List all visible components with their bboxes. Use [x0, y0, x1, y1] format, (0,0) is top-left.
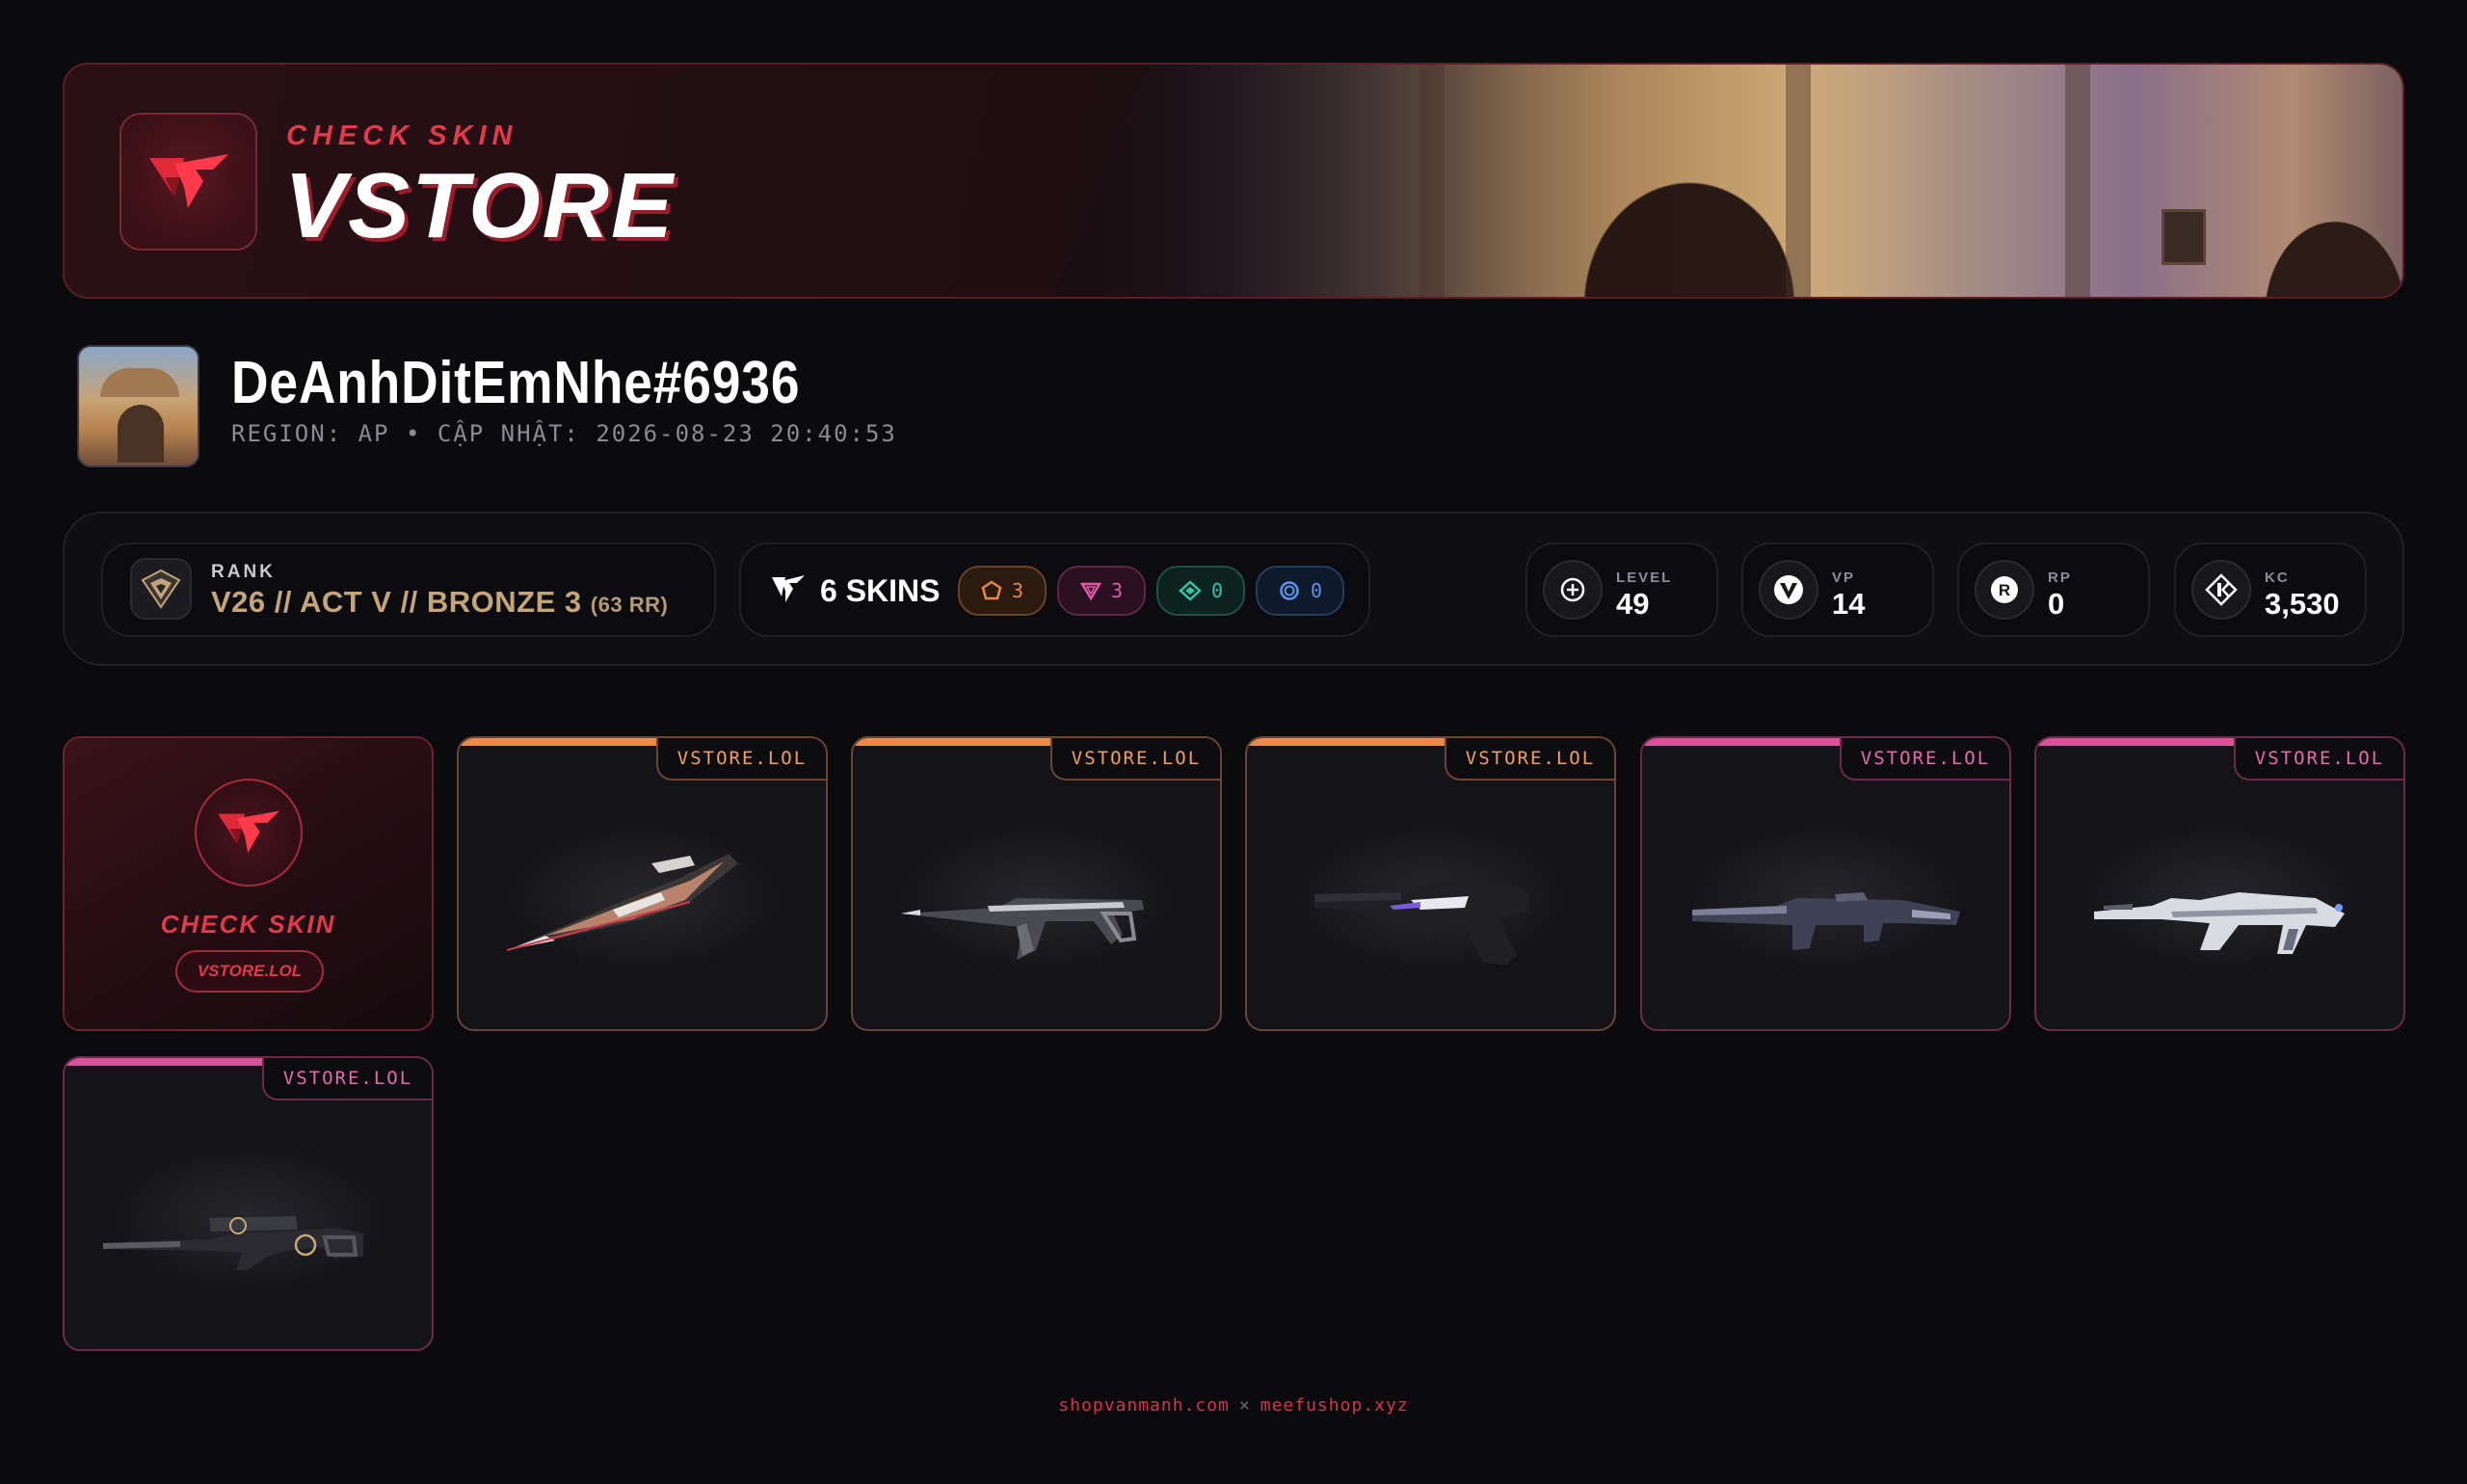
tier-color-bar: [459, 738, 656, 746]
stat-level-label: LEVEL: [1616, 570, 1673, 586]
tier-select-count: 0: [1310, 579, 1323, 602]
skin-card[interactable]: VSTORE.LOL: [1640, 736, 2011, 1031]
tier-exclusive-badge: 3: [958, 566, 1047, 616]
vstore-mini-icon: [770, 573, 807, 611]
tier-select-badge: 0: [1256, 566, 1344, 616]
player-meta: REGION: AP • CẬP NHẬT: 2026-08-23 20:40:…: [231, 420, 897, 447]
svg-text:R: R: [1999, 581, 2010, 599]
skins-pill: 6 SKINS 3 3 0 0: [739, 543, 1370, 637]
tier-color-bar: [853, 738, 1050, 746]
vp-icon: [1759, 560, 1818, 620]
skin-card[interactable]: VSTORE.LOL: [851, 736, 1222, 1031]
guardian-icon: [1692, 892, 1960, 950]
skins-count: 6 SKINS: [820, 573, 941, 608]
brand-card-title: CHECK SKIN: [160, 910, 336, 939]
rank-label: RANK: [211, 562, 276, 582]
tier-ultra-badge: 3: [1057, 566, 1146, 616]
stat-vp: VP 14: [1741, 543, 1934, 637]
tier-color-bar: [65, 1058, 262, 1066]
skin-card-tag: VSTORE.LOL: [1050, 738, 1220, 781]
brand-card-badge: VSTORE.LOL: [175, 950, 324, 993]
rank-rr: (63 RR): [590, 593, 669, 617]
footer-separator: ×: [1238, 1395, 1251, 1416]
stat-kc: KC 3,530: [2174, 543, 2367, 637]
footer-links: shopvanmanh.com × meefushop.xyz: [0, 1395, 2467, 1416]
tier-exclusive-count: 3: [1011, 579, 1024, 602]
stats-bar: RANK V26 // ACT V // BRONZE 3 (63 RR) 6 …: [63, 512, 2404, 666]
stat-level: LEVEL 49: [1525, 543, 1718, 637]
spectre-icon: [901, 898, 1144, 960]
vandal-icon: [2094, 892, 2345, 954]
vstore-logo-icon: [218, 810, 279, 853]
operator-icon: [103, 1216, 363, 1270]
stat-kc-label: KC: [2265, 570, 2290, 586]
banner-map-art: [1053, 65, 2402, 297]
stat-rp-label: RP: [2048, 570, 2072, 586]
skin-card-tag: VSTORE.LOL: [1840, 738, 2009, 781]
tier-color-bar: [1642, 738, 1840, 746]
skin-card[interactable]: VSTORE.LOL: [1245, 736, 1616, 1031]
rank-value-text: V26 // ACT V // BRONZE 3: [211, 585, 582, 619]
rp-icon: R: [1975, 560, 2034, 620]
exclusive-tier-icon: [981, 580, 1002, 600]
select-tier-icon: [1280, 581, 1299, 600]
rank-icon: [130, 558, 192, 620]
stat-vp-value: 14: [1832, 587, 1866, 621]
skin-card[interactable]: VSTORE.LOL: [2034, 736, 2405, 1031]
vstore-logo-circle: [195, 779, 303, 887]
vstore-logo: [119, 113, 257, 251]
skin-card[interactable]: VSTORE.LOL: [63, 1056, 434, 1351]
tier-color-bar: [1247, 738, 1445, 746]
banner-title: VSTORE: [284, 154, 675, 257]
premium-tier-icon: [1179, 580, 1202, 601]
stat-kc-value: 3,530: [2265, 587, 2340, 621]
rank-pill: RANK V26 // ACT V // BRONZE 3 (63 RR): [101, 543, 716, 637]
skin-card-tag: VSTORE.LOL: [1445, 738, 1614, 781]
player-name: DeAnhDitEmNhe#6936: [231, 350, 801, 416]
kc-icon: [2191, 560, 2251, 620]
skin-card-tag: VSTORE.LOL: [656, 738, 826, 781]
skin-card-tag: VSTORE.LOL: [262, 1058, 432, 1100]
tier-premium-count: 0: [1210, 579, 1224, 602]
banner-subtitle: CHECK SKIN: [286, 120, 518, 151]
stat-vp-label: VP: [1832, 570, 1856, 586]
header-banner: CHECK SKIN VSTORE: [63, 63, 2404, 299]
footer-link-shopvanmanh[interactable]: shopvanmanh.com: [1058, 1395, 1230, 1416]
brand-card: CHECK SKIN VSTORE.LOL: [63, 736, 434, 1031]
stat-rp: R RP 0: [1957, 543, 2150, 637]
player-card-avatar: [77, 345, 199, 467]
vstore-logo-icon: [148, 153, 228, 208]
level-icon: [1543, 560, 1603, 620]
ultra-tier-icon: [1079, 582, 1101, 601]
skin-card[interactable]: VSTORE.LOL: [457, 736, 828, 1031]
tier-ultra-count: 3: [1110, 579, 1124, 602]
rank-value: V26 // ACT V // BRONZE 3 (63 RR): [211, 585, 668, 620]
tier-color-bar: [2036, 738, 2234, 746]
footer-link-meefushop[interactable]: meefushop.xyz: [1260, 1395, 1409, 1416]
stat-level-value: 49: [1616, 587, 1650, 621]
stat-rp-value: 0: [2048, 587, 2065, 621]
sheriff-icon: [1314, 881, 1528, 966]
skin-card-tag: VSTORE.LOL: [2234, 738, 2403, 781]
tier-premium-badge: 0: [1156, 566, 1245, 616]
knife-icon: [506, 854, 738, 951]
